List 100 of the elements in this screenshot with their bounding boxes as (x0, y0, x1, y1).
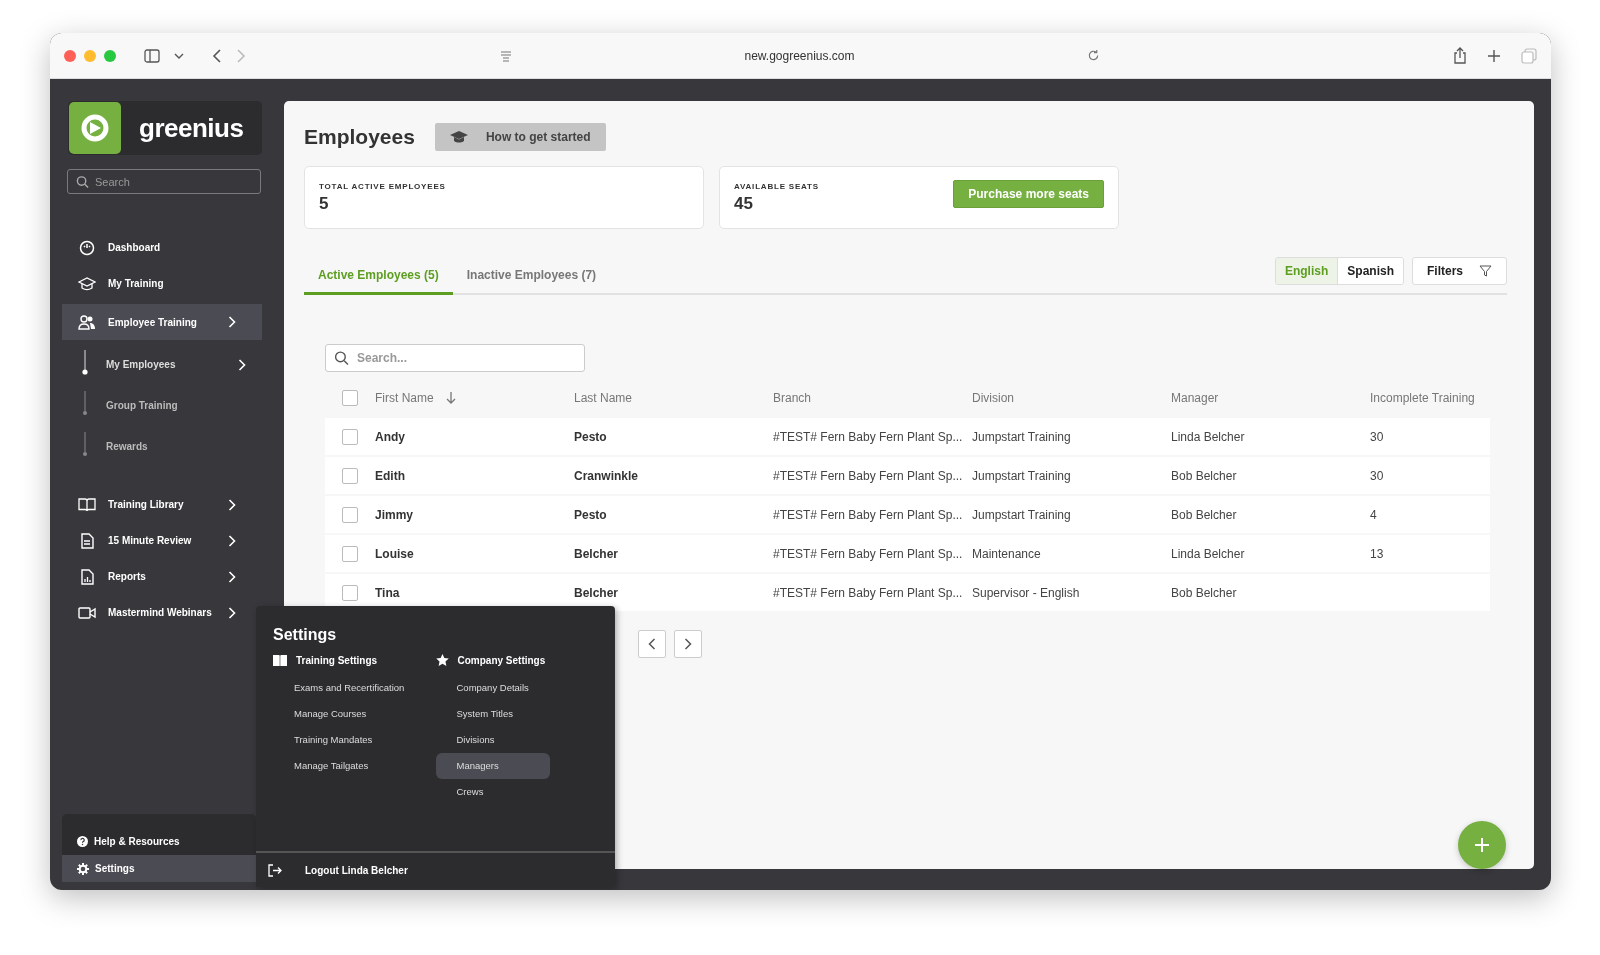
search-icon (76, 175, 89, 188)
back-icon[interactable] (212, 48, 222, 63)
table-cell-text: #TEST# Fern Baby Fern Plant Sp... (773, 546, 964, 561)
select-all-checkbox[interactable] (342, 390, 358, 406)
chevron-right-icon (228, 498, 236, 511)
chevron-down-icon[interactable] (174, 51, 184, 60)
stat-value: 45 (734, 194, 754, 214)
column-header[interactable]: Branch (773, 391, 972, 405)
submenu-item[interactable]: Rewards (62, 426, 262, 467)
table-cell-text: Louise (375, 546, 415, 561)
nav-item[interactable]: Training Library (62, 487, 262, 522)
chevron-right-icon (238, 358, 246, 371)
row-checkbox[interactable] (342, 467, 358, 484)
nav-item[interactable]: Dashboard (62, 230, 262, 265)
menu-item[interactable]: Manage Tailgates (273, 753, 387, 779)
table-cell-text: Andy (375, 429, 406, 444)
logout-item[interactable]: Logout Linda Belcher (256, 851, 615, 887)
close-window-icon[interactable] (64, 49, 76, 62)
table-row[interactable]: Andy Pesto #TEST# Fern Baby Fern Plant Sp... Jumpstart Training Linda Belcher 30 (325, 418, 1490, 455)
book-icon (273, 654, 287, 666)
stat-value: 5 (319, 194, 330, 214)
table-cell-text: Bob Belcher (1171, 585, 1238, 600)
table-row[interactable]: Jimmy Pesto #TEST# Fern Baby Fern Plant Sp... Jumpstart Training Bob Belcher 4 (325, 496, 1490, 533)
reload-icon[interactable] (1087, 49, 1100, 62)
column-header[interactable]: Last Name (574, 391, 773, 405)
table-cell-text: Pesto (574, 507, 608, 522)
column-header[interactable]: Incomplete Training (1370, 391, 1490, 405)
help-button[interactable]: How to get started (434, 123, 606, 151)
table-row[interactable]: Louise Belcher #TEST# Fern Baby Fern Plant Sp... Maintenance Linda Belcher 13 (325, 535, 1490, 572)
sidebar-toggle-icon[interactable] (144, 48, 160, 63)
table-cell-text: Linda Belcher (1171, 429, 1246, 444)
menu-item[interactable]: Divisions (435, 727, 550, 753)
section-title: Company Settings (457, 654, 546, 666)
page-title: Employees (304, 125, 415, 149)
table-cell-text: Bob Belcher (1171, 468, 1238, 483)
filters-button[interactable]: Filters (1412, 257, 1507, 285)
chevron-right-icon (228, 606, 236, 619)
table-cell-text: 30 (1370, 468, 1385, 483)
nav-item[interactable]: My Training (62, 266, 262, 301)
column-header[interactable]: Manager (1171, 391, 1370, 405)
row-checkbox[interactable] (342, 506, 358, 523)
new-tab-icon[interactable] (1487, 48, 1501, 63)
table-cell-text: Maintenance (972, 546, 1042, 561)
table-cell-text: Belcher (574, 585, 620, 600)
plus-icon (1474, 837, 1490, 853)
column-header[interactable]: First Name (375, 391, 574, 405)
add-button[interactable] (1458, 821, 1506, 869)
forward-icon[interactable] (236, 48, 246, 63)
maximize-window-icon[interactable] (104, 49, 116, 62)
row-checkbox[interactable] (342, 545, 358, 562)
table-row[interactable]: Edith Cranwinkle #TEST# Fern Baby Fern Plant Sp... Jumpstart Training Bob Belcher 30 (325, 457, 1490, 494)
column-header[interactable]: Division (972, 391, 1171, 405)
nav-item[interactable]: Reports (62, 559, 262, 594)
previous-page-button[interactable] (638, 630, 666, 658)
table-cell-text: Jimmy (375, 507, 415, 522)
search-field[interactable]: Search (67, 169, 261, 194)
tabs-overview-icon[interactable] (1521, 47, 1537, 64)
stat-label: AVAILABLE SEATS (734, 182, 819, 191)
menu-item[interactable]: Managers (435, 753, 550, 779)
report-icon (78, 568, 96, 585)
nav-item[interactable]: Employee Training (62, 304, 262, 340)
table-row[interactable]: Tina Belcher #TEST# Fern Baby Fern Plant Sp... Supervisor - English Bob Belcher (325, 574, 1490, 611)
nav-item[interactable]: Mastermind Webinars (62, 595, 262, 630)
settings-icon (77, 862, 89, 875)
chevron-left-icon (648, 638, 656, 650)
url-text[interactable]: new.gogreenius.com (744, 48, 855, 63)
graduation-cap-icon (449, 131, 468, 143)
logo-text: greenius (139, 112, 244, 144)
logout-icon (268, 863, 282, 877)
logo-panel[interactable]: greenius (68, 101, 262, 155)
table-search-field[interactable]: Search... (325, 344, 585, 372)
row-checkbox[interactable] (342, 584, 358, 601)
submenu-item[interactable]: Group Training (62, 385, 262, 426)
table-cell-text: Edith (375, 468, 406, 483)
table-cell-text: Jumpstart Training (972, 429, 1072, 444)
row-checkbox[interactable] (342, 428, 358, 445)
share-icon[interactable] (1453, 47, 1467, 64)
language-toggle[interactable]: Spanish (1338, 258, 1403, 284)
table-cell-text: #TEST# Fern Baby Fern Plant Sp... (773, 507, 964, 522)
footer-item[interactable]: Settings (62, 855, 256, 882)
next-page-button[interactable] (674, 630, 702, 658)
reader-icon[interactable] (500, 49, 512, 62)
logo-icon (69, 102, 121, 154)
menu-item[interactable]: Manage Courses (273, 701, 387, 727)
table-cell-text: Pesto (574, 429, 608, 444)
menu-item[interactable]: Exams and Recertification (273, 675, 415, 701)
submenu-item[interactable]: My Employees (62, 344, 262, 385)
table-cell-text: Jumpstart Training (972, 468, 1072, 483)
menu-item[interactable]: Company Details (435, 675, 550, 701)
footer-item[interactable]: Help & Resources (62, 828, 256, 855)
sort-arrow-icon (445, 392, 456, 404)
menu-item[interactable]: Training Mandates (273, 727, 387, 753)
document-icon (78, 532, 96, 549)
menu-item[interactable]: System Titles (435, 701, 550, 727)
nav-item[interactable]: 15 Minute Review (62, 523, 262, 558)
tab[interactable]: Inactive Employees (7) (452, 258, 611, 295)
chevron-right-icon (228, 316, 236, 328)
menu-item[interactable]: Crews (435, 779, 550, 805)
minimize-window-icon[interactable] (84, 49, 96, 62)
video-camera-icon (78, 604, 96, 621)
